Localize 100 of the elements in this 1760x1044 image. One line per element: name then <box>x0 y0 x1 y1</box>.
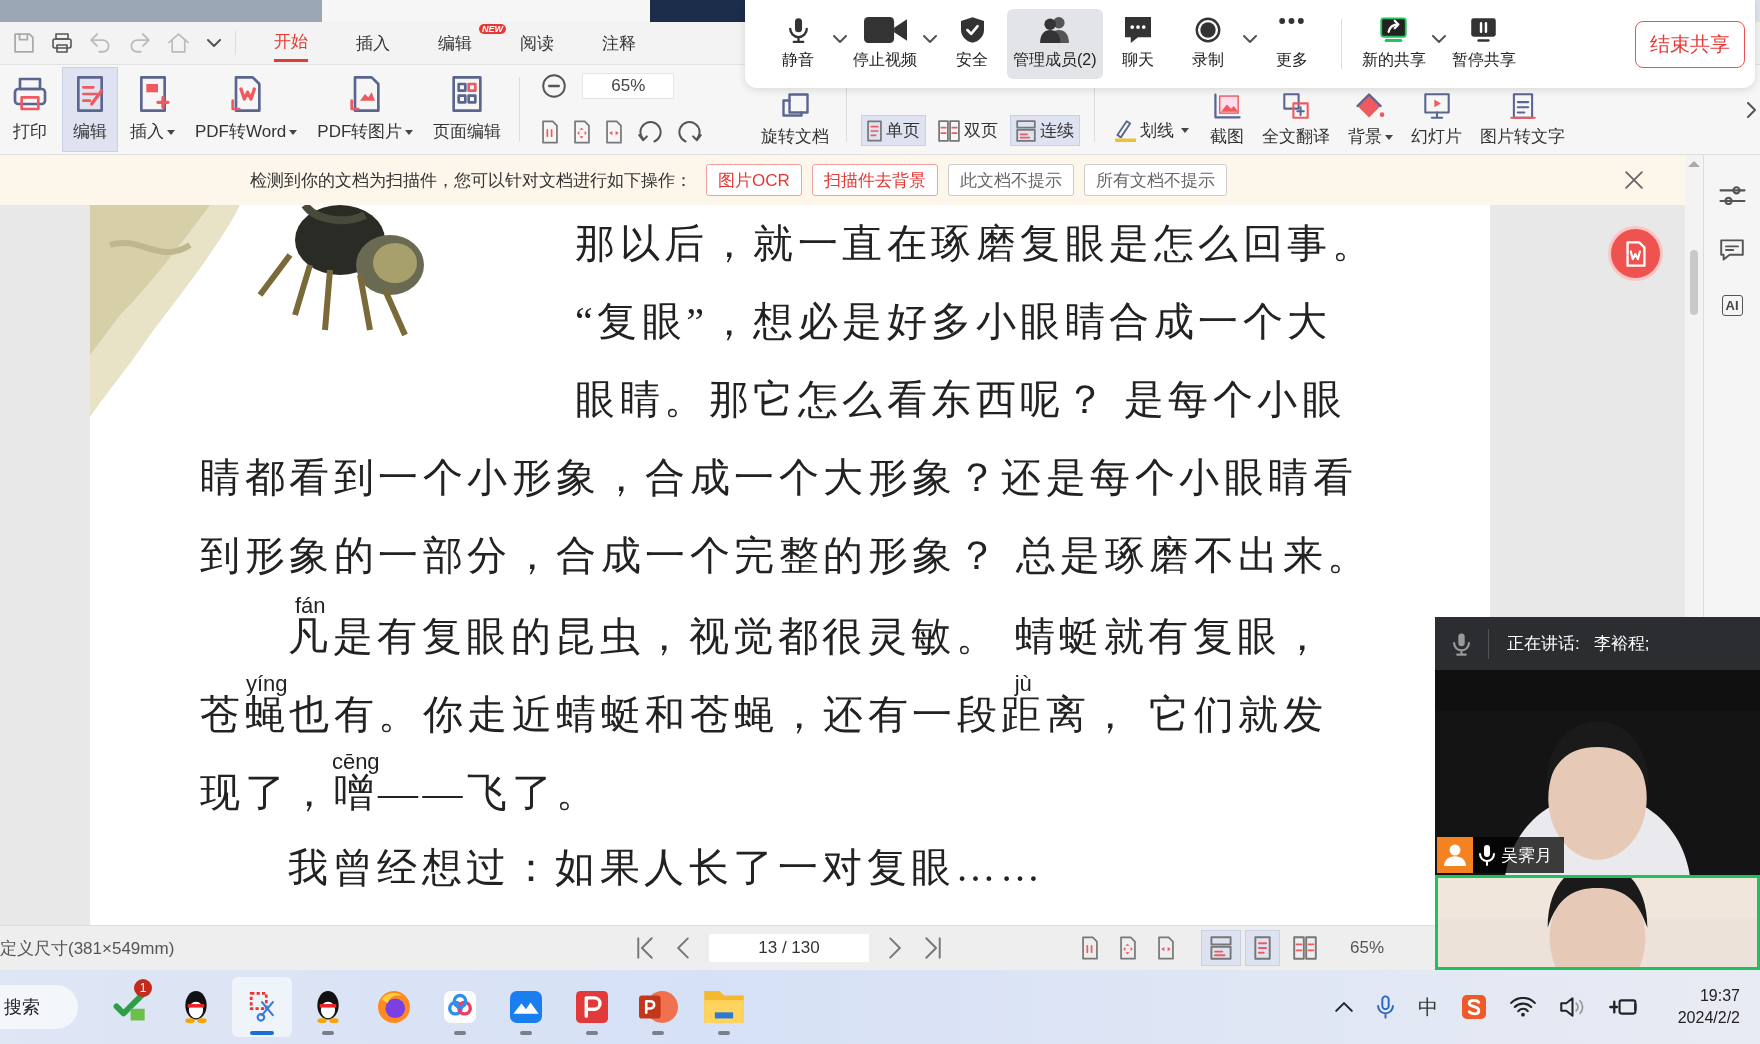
text-line: 现了，噌 cēng ——飞了。 <box>200 751 601 817</box>
home-icon <box>168 33 189 53</box>
view-mode-button[interactable]: 双页 <box>932 115 1005 146</box>
undo-icon <box>90 33 111 53</box>
save-icon <box>14 33 34 53</box>
view-mode-button[interactable]: 单页 <box>861 115 927 146</box>
redo-icon <box>129 33 150 53</box>
ribbon-button[interactable]: 背景 <box>1339 91 1403 154</box>
ribbon-button[interactable]: 打印 <box>2 67 58 152</box>
menu-caret-button[interactable] <box>833 35 847 43</box>
fit-page-icon <box>574 120 591 144</box>
meeting-toolbar-button[interactable]: 新的共享 <box>1355 9 1432 79</box>
zoom-level[interactable]: 65% <box>1350 938 1385 958</box>
zoom-out-icon <box>542 74 567 98</box>
continuous-page-icon <box>1210 936 1232 960</box>
taskbar-app[interactable]: 1 <box>100 977 160 1037</box>
strike-button[interactable]: 划线 <box>1109 115 1196 146</box>
text-line: 到形象的一部分，合成一个完整的形象？ 总是琢磨不出来。 <box>200 532 1372 580</box>
fit-page-icon <box>1120 936 1136 960</box>
meeting-toolbar-button[interactable]: 停止视频 <box>847 9 923 79</box>
first-page-button[interactable] <box>637 937 653 959</box>
next-page-icon <box>889 937 901 959</box>
notice-action-button[interactable]: 图片OCR <box>706 164 802 196</box>
meeting-toolbar-button[interactable]: 暂停共享 <box>1445 9 1522 79</box>
input-method-button[interactable] <box>1461 995 1486 1019</box>
more-tools-button[interactable] <box>1747 101 1756 118</box>
clock[interactable]: 19:37 2024/2/2 <box>1677 987 1740 1027</box>
meeting-toolbar-button[interactable]: 更多 <box>1256 9 1327 79</box>
ai-button[interactable]: AI <box>1721 295 1743 316</box>
wifi-icon[interactable] <box>1509 997 1536 1017</box>
text-line: 睛都看到一个小形象，合成一个大形象？还是每个小眼睛看 <box>200 454 1357 502</box>
video-camera-icon <box>863 17 907 43</box>
notice-action-button[interactable]: 所有文档不提示 <box>1083 164 1227 196</box>
notice-action-button[interactable]: 此文档不提示 <box>947 164 1074 196</box>
meeting-toolbar-button[interactable]: 聊天 <box>1102 9 1173 79</box>
input-language[interactable]: 中 <box>1417 993 1438 1021</box>
battery-plug-icon[interactable] <box>1608 999 1638 1015</box>
rotate-document-button[interactable]: 旋转文档 <box>752 91 839 154</box>
more-icon <box>1278 17 1306 25</box>
ribbon-button[interactable]: 插入 <box>122 67 183 152</box>
printer-icon <box>52 33 72 53</box>
end-share-button[interactable]: 结束共享 <box>1635 20 1745 68</box>
view-button[interactable] <box>1245 930 1280 966</box>
last-page-button[interactable] <box>925 937 941 959</box>
zoom-field[interactable]: 65% <box>582 73 675 99</box>
menu-caret-button[interactable] <box>1431 35 1446 43</box>
menu-caret-button[interactable] <box>1242 35 1257 43</box>
meeting-toolbar-button[interactable]: 静音 <box>763 9 833 79</box>
caret-icon <box>1431 35 1446 43</box>
zoom-out-button[interactable] <box>542 74 567 98</box>
view-button[interactable] <box>1201 930 1241 966</box>
last-page-icon <box>925 937 941 959</box>
menu-tab[interactable]: 开始 <box>274 24 308 62</box>
notice-action-button[interactable]: 扫描件去背景 <box>811 164 938 196</box>
fit-page-button[interactable] <box>574 120 591 144</box>
actual-size-icon <box>542 120 559 144</box>
image-to-text-icon <box>1509 93 1536 119</box>
ribbon-button[interactable]: 编辑 <box>62 67 118 152</box>
text-line: 我曾经想过：如果人长了一对复眼…… <box>287 844 1045 892</box>
ribbon-button[interactable]: 图片转文字 <box>1471 91 1575 154</box>
close-button[interactable] <box>1625 171 1643 189</box>
pause-screen-icon <box>1470 17 1498 43</box>
double-page-icon <box>938 119 961 142</box>
search-field[interactable]: 搜索 <box>0 985 78 1029</box>
pdf-app-icon <box>576 991 608 1023</box>
ribbon-button[interactable]: 幻灯片 <box>1402 91 1472 154</box>
caret-icon <box>923 35 937 43</box>
speaker-icon[interactable] <box>1559 997 1585 1017</box>
ribbon-button[interactable]: PDF转图片 <box>309 67 422 152</box>
strike-pen-icon <box>1115 119 1137 142</box>
ribbon-button[interactable]: PDF转Word <box>187 67 306 152</box>
rotate-right-button[interactable] <box>678 120 703 144</box>
comment-button[interactable] <box>1720 239 1744 261</box>
menu-tab[interactable]: 插入 <box>356 25 390 61</box>
next-page-button[interactable] <box>889 937 901 959</box>
ribbon-button[interactable]: 全文翻译 <box>1253 91 1340 154</box>
view-mode-button[interactable]: 连续 <box>1010 115 1081 146</box>
settings-button[interactable] <box>1718 185 1746 205</box>
page-number-field[interactable]: 13 / 130 <box>709 934 869 962</box>
meeting-toolbar-button[interactable]: 安全 <box>937 9 1007 79</box>
menu-tab[interactable]: 阅读 <box>520 25 554 61</box>
rotate-left-button[interactable] <box>638 120 663 144</box>
actual-size-button[interactable] <box>542 120 559 144</box>
meeting-toolbar-button[interactable]: 录制 <box>1172 9 1243 79</box>
scrollbar-thumb[interactable] <box>1690 250 1698 315</box>
menu-tab[interactable]: 注释 <box>602 25 636 61</box>
microphone-button[interactable] <box>1376 995 1394 1019</box>
mountain-app-icon <box>510 991 542 1023</box>
show-hidden-icons-button[interactable] <box>1334 1002 1353 1012</box>
fit-width-button[interactable] <box>606 120 623 144</box>
caret-icon <box>1242 35 1257 43</box>
double-page-icon <box>1293 936 1317 960</box>
caret-button[interactable] <box>207 39 221 47</box>
ribbon-button[interactable]: 页面编辑 <box>425 67 510 152</box>
printer-button[interactable] <box>52 33 72 53</box>
ribbon-button[interactable]: 截图 <box>1201 91 1254 154</box>
previous-page-button[interactable] <box>677 937 689 959</box>
penguin-icon <box>316 991 340 1023</box>
menu-caret-button[interactable] <box>923 35 937 43</box>
meeting-toolbar-button[interactable]: 管理成员(2) <box>1007 9 1103 79</box>
